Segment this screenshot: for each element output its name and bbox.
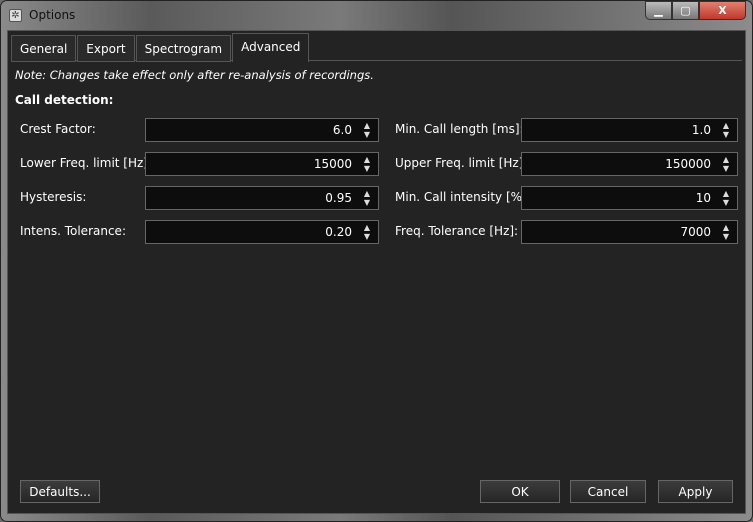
chevron-down-icon[interactable]: ▼ <box>723 198 729 207</box>
chevron-down-icon[interactable]: ▼ <box>364 130 370 139</box>
chevron-down-icon[interactable]: ▼ <box>723 130 729 139</box>
numeric-spinner[interactable]: 0.20 ▲ ▼ <box>145 220 379 244</box>
apply-button[interactable]: Apply <box>658 480 733 503</box>
chevron-up-icon[interactable]: ▲ <box>364 223 370 232</box>
tab-advanced[interactable]: Advanced <box>232 33 310 62</box>
chevron-down-icon[interactable]: ▼ <box>364 164 370 173</box>
field-label: Crest Factor: <box>20 122 96 136</box>
spinner-value[interactable]: 0.95 <box>325 191 352 205</box>
tab-spectrogram[interactable]: Spectrogram <box>135 35 232 62</box>
close-button[interactable]: X <box>699 1 746 20</box>
cancel-button[interactable]: Cancel <box>570 480 646 503</box>
numeric-spinner[interactable]: 6.0 ▲ ▼ <box>145 118 379 142</box>
field-label: Intens. Tolerance: <box>20 224 126 238</box>
field-label: Hysteresis: <box>20 190 87 204</box>
spinner-value[interactable]: 15000 <box>314 157 352 171</box>
numeric-spinner[interactable]: 150000 ▲ ▼ <box>521 152 738 176</box>
chevron-down-icon[interactable]: ▼ <box>364 232 370 241</box>
tab-general[interactable]: General <box>11 35 77 62</box>
spinner-value[interactable]: 10 <box>696 191 711 205</box>
options-panel: General Export Spectrogram Advanced Note… <box>7 30 746 514</box>
chevron-up-icon[interactable]: ▲ <box>364 189 370 198</box>
field-label: Min. Call length [ms]: <box>395 122 524 136</box>
field-label: Freq. Tolerance [Hz]: <box>395 224 519 238</box>
chevron-up-icon[interactable]: ▲ <box>723 155 729 164</box>
minimize-button[interactable]: ▁ <box>645 1 672 20</box>
chevron-up-icon[interactable]: ▲ <box>364 155 370 164</box>
chevron-up-icon[interactable]: ▲ <box>723 223 729 232</box>
chevron-up-icon[interactable]: ▲ <box>723 189 729 198</box>
tab-export[interactable]: Export <box>77 35 135 62</box>
chevron-up-icon[interactable]: ▲ <box>364 121 370 130</box>
field-label: Lower Freq. limit [Hz]: <box>20 156 153 170</box>
chevron-down-icon[interactable]: ▼ <box>723 164 729 173</box>
numeric-spinner[interactable]: 7000 ▲ ▼ <box>521 220 738 244</box>
field-label: Upper Freq. limit [Hz]: <box>395 156 528 170</box>
defaults-button[interactable]: Defaults... <box>20 480 100 503</box>
spinner-value[interactable]: 7000 <box>680 225 711 239</box>
section-heading: Call detection: <box>15 93 114 107</box>
ok-button[interactable]: OK <box>480 480 560 503</box>
spinner-value[interactable]: 150000 <box>665 157 711 171</box>
tab-bar: General Export Spectrogram Advanced <box>11 33 310 62</box>
field-label: Min. Call intensity [%]: <box>395 190 531 204</box>
chevron-down-icon[interactable]: ▼ <box>364 198 370 207</box>
spinner-value[interactable]: 1.0 <box>692 123 711 137</box>
gear-icon: ✲ <box>9 9 22 22</box>
chevron-up-icon[interactable]: ▲ <box>723 121 729 130</box>
numeric-spinner[interactable]: 15000 ▲ ▼ <box>145 152 379 176</box>
maximize-button[interactable]: ▢ <box>672 1 699 20</box>
spinner-value[interactable]: 0.20 <box>325 225 352 239</box>
chevron-down-icon[interactable]: ▼ <box>723 232 729 241</box>
numeric-spinner[interactable]: 10 ▲ ▼ <box>521 186 738 210</box>
numeric-spinner[interactable]: 1.0 ▲ ▼ <box>521 118 738 142</box>
note-text: Note: Changes take effect only after re-… <box>15 68 374 82</box>
window-title: Options <box>29 8 76 22</box>
numeric-spinner[interactable]: 0.95 ▲ ▼ <box>145 186 379 210</box>
spinner-value[interactable]: 6.0 <box>333 123 352 137</box>
